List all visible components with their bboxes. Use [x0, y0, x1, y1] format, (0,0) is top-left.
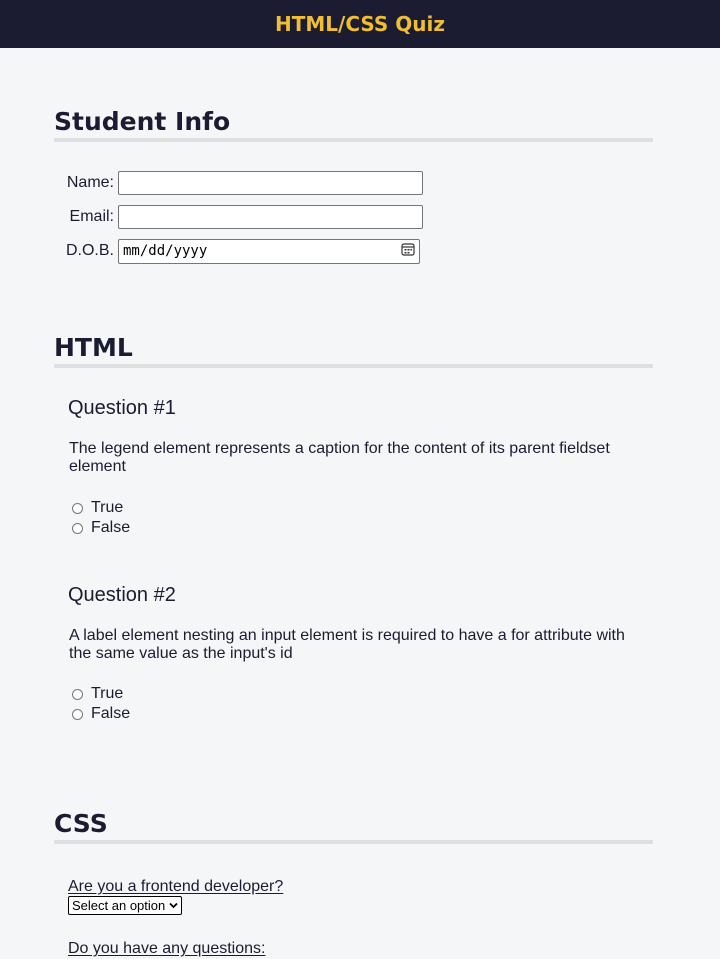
frontend-question-label: Are you a frontend developer?: [68, 878, 284, 895]
question-2-text: A label element nesting an input element…: [69, 627, 625, 662]
email-label: Email:: [69, 208, 114, 225]
name-row: Name:: [54, 170, 423, 196]
question-1-text: The legend element represents a caption …: [69, 440, 610, 475]
question-2-true-option[interactable]: True: [72, 684, 123, 704]
header-bar: HTML/CSS Quiz: [0, 0, 720, 48]
chevron-down-icon: [169, 901, 178, 911]
question-1-title: Question #1: [68, 397, 176, 419]
radio-button[interactable]: [72, 522, 83, 534]
questions-prompt-label: Do you have any questions:: [68, 940, 266, 957]
dob-input[interactable]: mm/dd/yyyy: [118, 238, 420, 264]
html-section-heading: HTML: [54, 334, 653, 368]
name-input[interactable]: [118, 171, 423, 195]
option-label: True: [91, 499, 124, 516]
student-info-heading: Student Info: [54, 108, 653, 142]
dob-row: D.O.B. mm/dd/yyyy: [54, 238, 420, 264]
calendar-icon[interactable]: [401, 242, 415, 260]
option-label: False: [91, 705, 131, 722]
dob-placeholder: mm/dd/yyyy: [123, 243, 208, 259]
question-2-false-option[interactable]: False: [72, 704, 130, 724]
css-section-heading: CSS: [54, 810, 653, 844]
page-title: HTML/CSS Quiz: [275, 12, 445, 36]
frontend-select[interactable]: Select an option: [68, 896, 183, 915]
email-input[interactable]: [118, 205, 423, 229]
select-value: Select an option: [72, 898, 166, 913]
dob-label: D.O.B.: [65, 242, 114, 259]
radio-button[interactable]: [72, 688, 83, 700]
option-label: True: [91, 685, 124, 702]
radio-button[interactable]: [72, 502, 83, 514]
question-2-title: Question #2: [68, 584, 176, 606]
email-row: Email:: [54, 204, 423, 230]
question-1-true-option[interactable]: True: [72, 498, 123, 518]
radio-button[interactable]: [72, 708, 83, 720]
name-label: Name:: [66, 174, 114, 191]
question-1-false-option[interactable]: False: [72, 518, 130, 538]
option-label: False: [91, 519, 131, 536]
